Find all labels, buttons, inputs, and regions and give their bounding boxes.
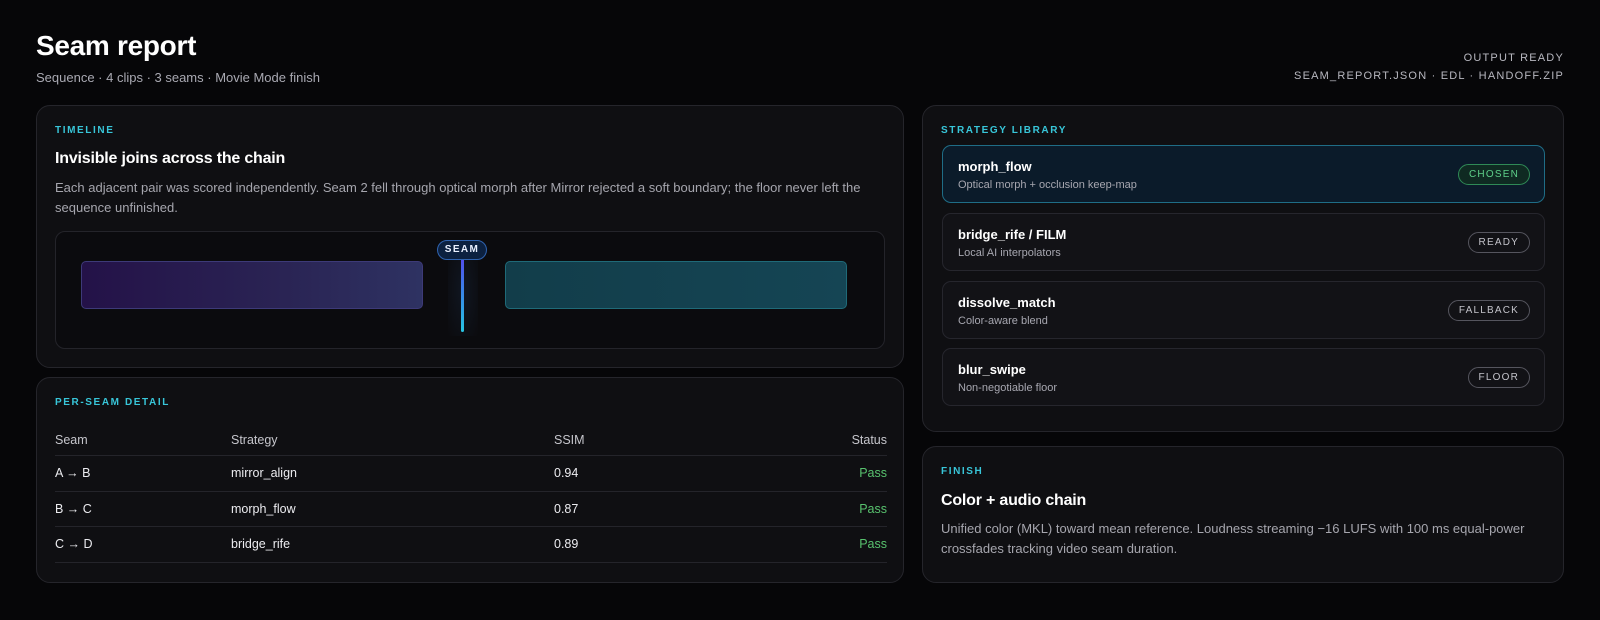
strategy-badge-chosen: CHOSEN	[1458, 164, 1530, 185]
table-header: Seam Strategy SSIM Status	[55, 424, 887, 456]
strategy-name: dissolve_match	[958, 295, 1056, 310]
seam-marker[interactable]	[461, 248, 464, 332]
timeline-description: Each adjacent pair was scored independen…	[55, 180, 861, 215]
output-status: OUTPUT READY	[1463, 52, 1564, 64]
output-files[interactable]: SEAM_REPORT.JSON · EDL · HANDOFF.ZIP	[1294, 70, 1564, 82]
strategy-library-card: STRATEGY LIBRARY morph_flow Optical morp…	[922, 105, 1564, 432]
row-seam: C → D	[55, 537, 93, 552]
finish-title: Color + audio chain	[941, 492, 1087, 509]
row-ssim: 0.87	[554, 501, 579, 516]
row-strategy: bridge_rife	[231, 537, 291, 552]
detail-eyebrow: PER-SEAM DETAIL	[55, 397, 170, 408]
seam-report-page: Seam report Sequence · 4 clips · 3 seams…	[0, 0, 1600, 620]
row-seam: A → B	[55, 466, 91, 481]
seam-table: Seam Strategy SSIM Status A → B mirror_a…	[55, 424, 887, 563]
timeline-title: Invisible joins across the chain	[55, 150, 286, 167]
strategy-description: Local AI interpolators	[958, 247, 1061, 259]
row-strategy: morph_flow	[231, 501, 296, 516]
row-strategy: mirror_align	[231, 466, 297, 481]
page-header: Seam report Sequence · 4 clips · 3 seams…	[36, 30, 320, 85]
row-ssim: 0.89	[554, 537, 579, 552]
finish-eyebrow: FINISH	[941, 466, 984, 477]
output-summary: OUTPUT READY SEAM_REPORT.JSON · EDL · HA…	[1294, 52, 1564, 82]
strategy-item-morph-flow[interactable]: morph_flow Optical morph + occlusion kee…	[942, 145, 1545, 203]
strategy-badge-floor: FLOOR	[1467, 367, 1530, 388]
row-status: Pass	[859, 466, 887, 481]
seam-label: SEAM	[437, 240, 487, 260]
strategy-name: blur_swipe	[958, 362, 1026, 377]
timeline-eyebrow: TIMELINE	[55, 125, 115, 136]
row-status: Pass	[859, 501, 887, 516]
clip-right[interactable]	[505, 261, 847, 309]
row-ssim: 0.94	[554, 466, 579, 481]
per-seam-detail-card: PER-SEAM DETAIL Seam Strategy SSIM Statu…	[36, 377, 904, 583]
timeline-card: TIMELINE Invisible joins across the chai…	[36, 105, 904, 368]
strategy-item-bridge-rife[interactable]: bridge_rife / FILM Local AI interpolator…	[942, 213, 1545, 271]
strategy-badge-ready: READY	[1467, 232, 1530, 253]
strategy-item-dissolve-match[interactable]: dissolve_match Color-aware blend FALLBAC…	[942, 281, 1545, 339]
column-header-strategy: Strategy	[231, 432, 278, 447]
row-status: Pass	[859, 537, 887, 552]
finish-description: Unified color (MKL) toward mean referenc…	[941, 521, 1525, 556]
row-seam: B → C	[55, 501, 92, 516]
timeline-visual: SEAM	[55, 231, 885, 349]
strategy-name: bridge_rife / FILM	[958, 227, 1067, 242]
column-header-status: Status	[851, 432, 887, 447]
strategy-eyebrow: STRATEGY LIBRARY	[941, 125, 1067, 136]
finish-card: FINISH Color + audio chain Unified color…	[922, 446, 1564, 583]
table-row[interactable]: B → C morph_flow 0.87 Pass	[55, 492, 887, 527]
page-subtitle: Sequence · 4 clips · 3 seams · Movie Mod…	[36, 70, 320, 85]
strategy-name: morph_flow	[958, 159, 1032, 174]
strategy-description: Optical morph + occlusion keep-map	[958, 179, 1137, 191]
strategy-item-blur-swipe[interactable]: blur_swipe Non-negotiable floor FLOOR	[942, 348, 1545, 406]
strategy-description: Color-aware blend	[958, 315, 1048, 327]
page-title: Seam report	[36, 30, 197, 61]
strategy-badge-fallback: FALLBACK	[1447, 300, 1530, 321]
column-header-ssim: SSIM	[554, 432, 585, 447]
table-row[interactable]: C → D bridge_rife 0.89 Pass	[55, 527, 887, 563]
clip-left[interactable]	[81, 261, 423, 309]
strategy-description: Non-negotiable floor	[958, 382, 1058, 394]
column-header-seam: Seam	[55, 432, 88, 447]
table-row[interactable]: A → B mirror_align 0.94 Pass	[55, 456, 887, 492]
